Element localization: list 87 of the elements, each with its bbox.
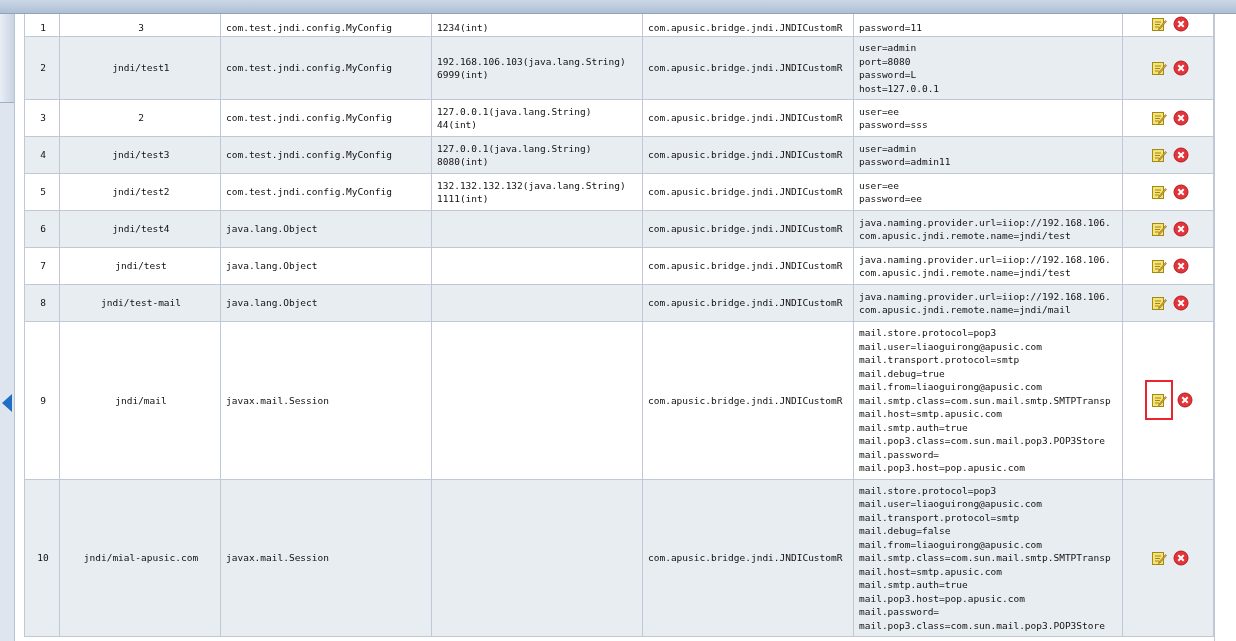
- row-number: 7: [40, 260, 46, 272]
- delete-button[interactable]: [1177, 392, 1193, 409]
- table-cell: java.lang.Object: [226, 260, 318, 272]
- x-circle-icon: [1173, 221, 1189, 237]
- table-cell-text: user=admin password=admin11: [859, 141, 952, 169]
- notepad-pencil-icon: [1151, 16, 1167, 32]
- table-cell-text: com.apusic.bridge.jndi.JNDICustomR: [648, 148, 844, 162]
- table-cell-text: 127.0.0.1(java.lang.String) 8080(int): [437, 141, 593, 169]
- edit-button[interactable]: [1145, 380, 1173, 421]
- table-cell-text: java.naming.provider.url=iiop://192.168.106. com.apusic.jndi.remote.name=jndi/test: [859, 252, 1112, 280]
- table-cell-text: 192.168.106.103(java.lang.String) 6999(int): [437, 54, 627, 82]
- table-cell-text: com.apusic.bridge.jndi.JNDICustomR: [648, 393, 844, 407]
- delete-button[interactable]: [1173, 221, 1189, 237]
- delete-button[interactable]: [1173, 16, 1189, 32]
- table-cell-text: com.apusic.bridge.jndi.JNDICustomR: [648, 259, 844, 273]
- notepad-pencil-icon: [1151, 184, 1167, 200]
- table-cell: javax.mail.Session: [226, 394, 329, 406]
- x-circle-icon: [1173, 258, 1189, 274]
- table-cell: java.lang.Object: [226, 297, 318, 309]
- row-number: 6: [40, 223, 46, 235]
- table-cell-text: com.apusic.bridge.jndi.JNDICustomR: [648, 222, 844, 236]
- table-cell-text: com.apusic.bridge.jndi.JNDICustomR: [648, 61, 844, 75]
- row-number: 8: [40, 297, 46, 309]
- table-cell: com.test.jndi.config.MyConfig: [226, 62, 392, 74]
- row-number: 3: [40, 112, 46, 124]
- x-circle-icon: [1173, 110, 1189, 126]
- table-cell-text: user=admin port=8080 password=L host=127.0.0.1: [859, 41, 941, 95]
- x-circle-icon: [1173, 60, 1189, 76]
- table-cell: jndi/mial-apusic.com: [83, 552, 199, 563]
- table-cell: jndi/test1: [112, 62, 170, 74]
- row-number: 4: [40, 149, 46, 161]
- table-cell-text: com.apusic.bridge.jndi.JNDICustomR: [648, 185, 844, 199]
- delete-button[interactable]: [1173, 60, 1189, 76]
- row-number: 9: [40, 394, 46, 406]
- table-cell: java.lang.Object: [226, 223, 318, 235]
- row-number: 10: [37, 552, 49, 563]
- table-cell-text: com.apusic.bridge.jndi.JNDICustomR: [648, 20, 844, 34]
- table-cell: 3: [138, 21, 144, 33]
- table-cell: 2: [138, 112, 144, 124]
- delete-button[interactable]: [1173, 295, 1189, 311]
- table-cell: jndi/test2: [112, 186, 170, 198]
- x-circle-icon: [1173, 16, 1189, 32]
- table-cell: jndi/test3: [112, 149, 170, 161]
- table-cell-text: com.apusic.bridge.jndi.JNDICustomR: [648, 296, 844, 310]
- notepad-pencil-icon: [1151, 60, 1167, 76]
- table-cell-text: mail.store.protocol=pop3 mail.user=liaoguirong@apusic.com mail.transport.protocol=smtp mail.debug=false mail.from=liaoguirong@apusic.com mail.smtp.class=com.sun.mail.smtp.SMTPTransp mail.host=smtp.apusic.com mail.smtp.auth=true mail.pop3.host=pop.apusic.com mail.password= mail.pop3.class=com.sun.mail.pop3.POP3Store: [859, 483, 1112, 632]
- table-cell-text: password=11: [859, 20, 923, 34]
- notepad-pencil-icon: [1151, 295, 1167, 311]
- table-cell: com.test.jndi.config.MyConfig: [226, 112, 392, 124]
- table-cell-text: mail.store.protocol=pop3 mail.user=liaoguirong@apusic.com mail.transport.protocol=smtp mail.debug=true mail.from=liaoguirong@apusic.com mail.smtp.class=com.sun.mail.smtp.SMTPTransp mail.host=smtp.apusic.com mail.smtp.auth=true mail.pop3.class=com.sun.mail.pop3.POP3Store mail.password= mail.pop3.host=pop.apusic.com: [859, 326, 1112, 475]
- notepad-pencil-icon: [1151, 147, 1167, 163]
- x-circle-icon: [1173, 295, 1189, 311]
- table-cell-text: com.apusic.bridge.jndi.JNDICustomR: [648, 111, 844, 125]
- table-cell-text: 132.132.132.132(java.lang.String) 1111(int): [437, 178, 627, 206]
- delete-button[interactable]: [1173, 258, 1189, 274]
- row-number: 1: [40, 21, 46, 33]
- notepad-pencil-icon: [1151, 258, 1167, 274]
- delete-button[interactable]: [1173, 184, 1189, 200]
- table-cell: com.test.jndi.config.MyConfig: [226, 149, 392, 161]
- delete-button[interactable]: [1173, 147, 1189, 163]
- table-cell: jndi/test4: [112, 223, 170, 235]
- table-cell-text: user=ee password=ee: [859, 178, 923, 206]
- table-cell-text: 127.0.0.1(java.lang.String) 44(int): [437, 104, 593, 132]
- table-cell-text: user=ee password=sss: [859, 104, 929, 132]
- table-cell: jndi/test-mail: [100, 297, 182, 309]
- row-number: 2: [40, 62, 46, 74]
- table-cell-text: java.naming.provider.url=iiop://192.168.106. com.apusic.jndi.remote.name=jndi/mail: [859, 289, 1112, 317]
- delete-button[interactable]: [1173, 549, 1189, 566]
- x-circle-icon: [1177, 392, 1193, 409]
- row-number: 5: [40, 186, 46, 198]
- notepad-pencil-icon: [1151, 392, 1167, 409]
- notepad-pencil-icon: [1151, 549, 1167, 566]
- table-cell-text: 1234(int): [437, 20, 490, 34]
- x-circle-icon: [1173, 549, 1189, 566]
- x-circle-icon: [1173, 147, 1189, 163]
- delete-button[interactable]: [1173, 110, 1189, 126]
- table-cell: com.test.jndi.config.MyConfig: [226, 21, 392, 33]
- table-cell: jndi/test: [115, 260, 167, 272]
- table-cell: javax.mail.Session: [226, 552, 329, 563]
- table-cell: jndi/mail: [115, 394, 167, 406]
- table-cell-text: com.apusic.bridge.jndi.JNDICustomR: [648, 551, 844, 565]
- table-cell: com.test.jndi.config.MyConfig: [226, 186, 392, 198]
- collapse-arrow-icon[interactable]: [0, 392, 14, 414]
- notepad-pencil-icon: [1151, 221, 1167, 237]
- table-cell-text: java.naming.provider.url=iiop://192.168.106. com.apusic.jndi.remote.name=jndi/test: [859, 215, 1112, 243]
- notepad-pencil-icon: [1151, 110, 1167, 126]
- x-circle-icon: [1173, 184, 1189, 200]
